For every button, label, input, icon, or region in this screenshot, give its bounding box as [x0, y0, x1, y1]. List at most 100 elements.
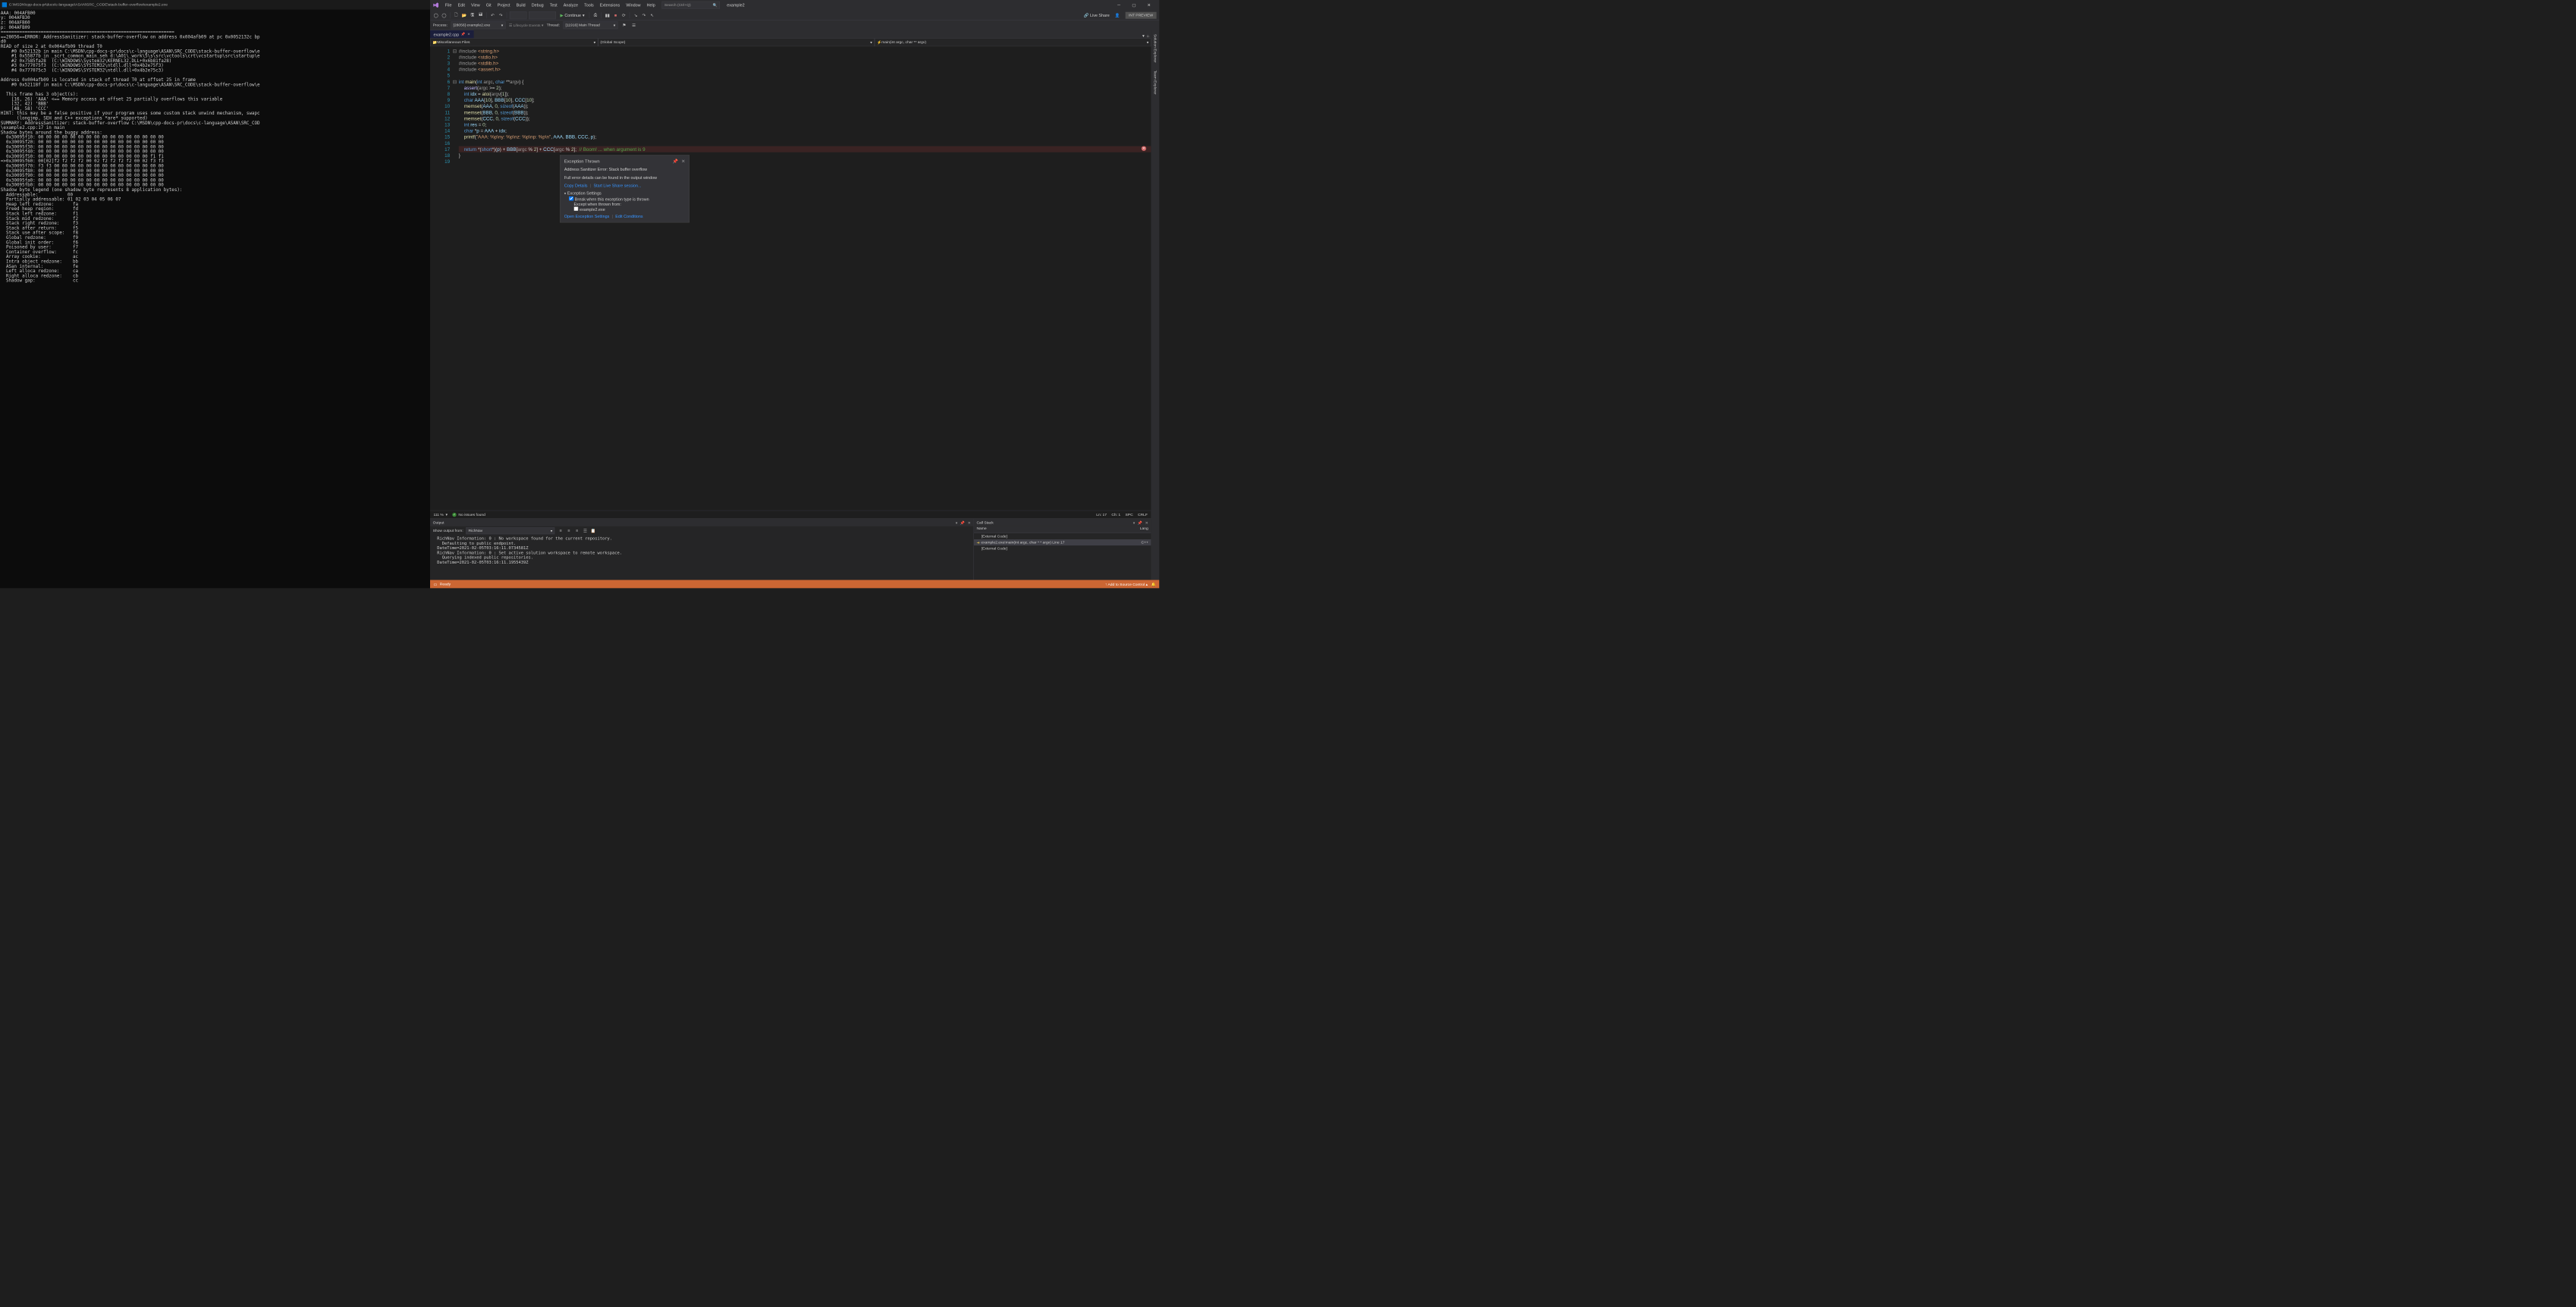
cs-row[interactable]: [External Code]: [974, 545, 1151, 551]
cs-col-name[interactable]: Name: [976, 526, 1139, 533]
open-icon[interactable]: 📂: [461, 12, 467, 18]
break-checkbox[interactable]: [569, 196, 573, 201]
thread-combo[interactable]: [11916] Main Thread▾: [563, 21, 617, 29]
open-settings-link[interactable]: Open Exception Settings: [564, 214, 609, 218]
output-ico4[interactable]: ☰: [582, 528, 588, 534]
process-combo[interactable]: [28056] example2.exe▾: [451, 21, 505, 29]
flag-icon[interactable]: ⚑: [621, 22, 627, 28]
minimize-button[interactable]: ─: [1111, 0, 1126, 11]
line-indicator: Ln: 17: [1096, 513, 1107, 517]
output-ico5[interactable]: 📋: [590, 528, 596, 534]
output-clear-icon[interactable]: ≡: [558, 528, 564, 534]
line-gutter: 12345678910111213141516171819: [440, 46, 453, 511]
break-all-icon[interactable]: ▮▮: [605, 12, 611, 18]
output-source-combo[interactable]: RichNav▾: [466, 527, 554, 534]
platform-combo[interactable]: [529, 11, 556, 19]
save-icon[interactable]: 🖫: [470, 12, 476, 18]
spc-indicator: SPC: [1125, 513, 1132, 517]
menu-test[interactable]: Test: [547, 2, 560, 9]
console-titlebar[interactable]: C:\MSDN\cpp-docs-pr\docs\c-language\ASAN…: [0, 0, 430, 10]
nav-scope1[interactable]: 📁 Miscellaneous Files▾: [430, 38, 598, 46]
visual-studio-window: File Edit View Git Project Build Debug T…: [430, 0, 1159, 588]
stop-icon[interactable]: ■: [612, 12, 618, 18]
output-ico3[interactable]: ≡: [574, 528, 580, 534]
notifications-icon[interactable]: 🔔: [1151, 582, 1156, 586]
crlf-indicator: CRLF: [1138, 513, 1148, 517]
menu-tools[interactable]: Tools: [581, 2, 596, 9]
solution-explorer-tab[interactable]: Solution Explorer: [1152, 32, 1158, 64]
popup-close-icon[interactable]: ✕: [681, 159, 685, 164]
output-dropdown-icon[interactable]: ▾: [956, 520, 957, 525]
process-label: Process:: [433, 24, 448, 27]
edit-conditions-link[interactable]: Edit Conditions: [615, 214, 642, 218]
nav-scope2[interactable]: (Global Scope)▾: [598, 38, 875, 46]
menu-window[interactable]: Window: [624, 2, 643, 9]
threads-icon[interactable]: ☰: [630, 22, 636, 28]
output-pin-icon[interactable]: 📌: [960, 520, 965, 525]
new-icon[interactable]: 🗋: [453, 12, 459, 18]
cs-pin-icon[interactable]: 📌: [1138, 520, 1142, 525]
nav-fwd-icon[interactable]: ◯: [441, 12, 447, 18]
feedback-icon[interactable]: 👤: [1114, 12, 1120, 18]
tab-example2[interactable]: example2.cpp 📌 ✕: [430, 30, 473, 39]
cs-dropdown-icon[interactable]: ▾: [1133, 520, 1135, 525]
menu-view[interactable]: View: [468, 2, 482, 9]
nav-scope3[interactable]: ⚡ main(int argc, char ** argv)▾: [875, 38, 1151, 46]
cs-row-current[interactable]: ➜example2.exe!main(int argc, char * * ar…: [974, 539, 1151, 545]
code-editor[interactable]: 12345678910111213141516171819 ⊟ ⊟ #inclu…: [430, 46, 1151, 511]
close-button[interactable]: ✕: [1142, 0, 1157, 11]
output-body[interactable]: RichNav Information: 0 : No workspace fo…: [430, 536, 973, 580]
menu-file[interactable]: File: [442, 2, 454, 9]
search-box[interactable]: Search (Ctrl+Q) 🔍: [662, 2, 721, 9]
menu-extensions[interactable]: Extensions: [597, 2, 623, 9]
undo-icon[interactable]: ↶: [489, 12, 495, 18]
console-icon: [2, 2, 7, 7]
menu-debug[interactable]: Debug: [529, 2, 546, 9]
popup-pin-icon[interactable]: 📌: [672, 159, 677, 164]
copy-details-link[interactable]: Copy Details: [564, 184, 588, 188]
step-over-icon[interactable]: ↷: [641, 12, 647, 18]
step-into-icon[interactable]: ↘: [633, 12, 639, 18]
output-close-icon[interactable]: ✕: [968, 520, 971, 525]
callstack-panel: Call Stack ▾📌✕ NameLang [External Code] …: [973, 519, 1151, 580]
menu-project[interactable]: Project: [495, 2, 513, 9]
play-icon: ▶: [560, 13, 563, 17]
cs-close-icon[interactable]: ✕: [1145, 520, 1148, 525]
pin-icon[interactable]: 📌: [461, 33, 466, 36]
redo-icon[interactable]: ↷: [498, 12, 504, 18]
exception-settings-label[interactable]: Exception Settings: [567, 191, 602, 196]
cs-row[interactable]: [External Code]: [974, 533, 1151, 539]
console-window: C:\MSDN\cpp-docs-pr\docs\c-language\ASAN…: [0, 0, 430, 588]
live-share-button[interactable]: 🔗 Live Share: [1081, 13, 1113, 17]
menu-analyze[interactable]: Analyze: [561, 2, 580, 9]
menu-git[interactable]: Git: [483, 2, 494, 9]
app-title: example2: [727, 3, 744, 8]
zoom-level[interactable]: 111 %: [434, 513, 444, 517]
code-body[interactable]: #include <string.h> #include <stdio.h> #…: [457, 46, 1151, 511]
close-tab-icon[interactable]: ✕: [467, 33, 470, 36]
maximize-button[interactable]: ▢: [1126, 0, 1142, 11]
titlebar: File Edit View Git Project Build Debug T…: [430, 0, 1159, 11]
nav-bar: 📁 Miscellaneous Files▾ (Global Scope)▾ ⚡…: [430, 38, 1151, 46]
team-explorer-tab[interactable]: Team Explorer: [1152, 68, 1158, 96]
restart-icon[interactable]: ⟳: [620, 12, 627, 18]
menu-help[interactable]: Help: [644, 2, 658, 9]
cs-col-lang[interactable]: Lang: [1140, 526, 1148, 533]
except-exe-checkbox[interactable]: [573, 206, 578, 211]
vs-logo-icon: [433, 2, 439, 8]
save-all-icon[interactable]: 🖬: [478, 12, 484, 18]
console-output[interactable]: AAA: 004AFB00 y: 004AFB30 z: 004AFB60 p:…: [0, 10, 430, 589]
lifecycle-events[interactable]: Lifecycle Events: [514, 24, 541, 27]
error-dot-icon[interactable]: ✕: [1142, 146, 1146, 151]
nav-back-icon[interactable]: ◯: [433, 12, 439, 18]
menu-edit[interactable]: Edit: [455, 2, 468, 9]
config-combo[interactable]: [510, 11, 527, 19]
start-liveshare-link[interactable]: Start Live Share session...: [593, 184, 641, 188]
menu-build[interactable]: Build: [514, 2, 528, 9]
output-wrap-icon[interactable]: ≡: [566, 528, 572, 534]
col-indicator: Ch: 1: [1111, 513, 1120, 517]
step-out-icon[interactable]: ↖: [649, 12, 655, 18]
add-source-control[interactable]: ↑ Add to Source Control ▴: [1105, 582, 1148, 586]
screenshot-icon[interactable]: ⎙: [592, 12, 598, 18]
continue-button[interactable]: ▶ Continue ▾: [558, 13, 586, 17]
